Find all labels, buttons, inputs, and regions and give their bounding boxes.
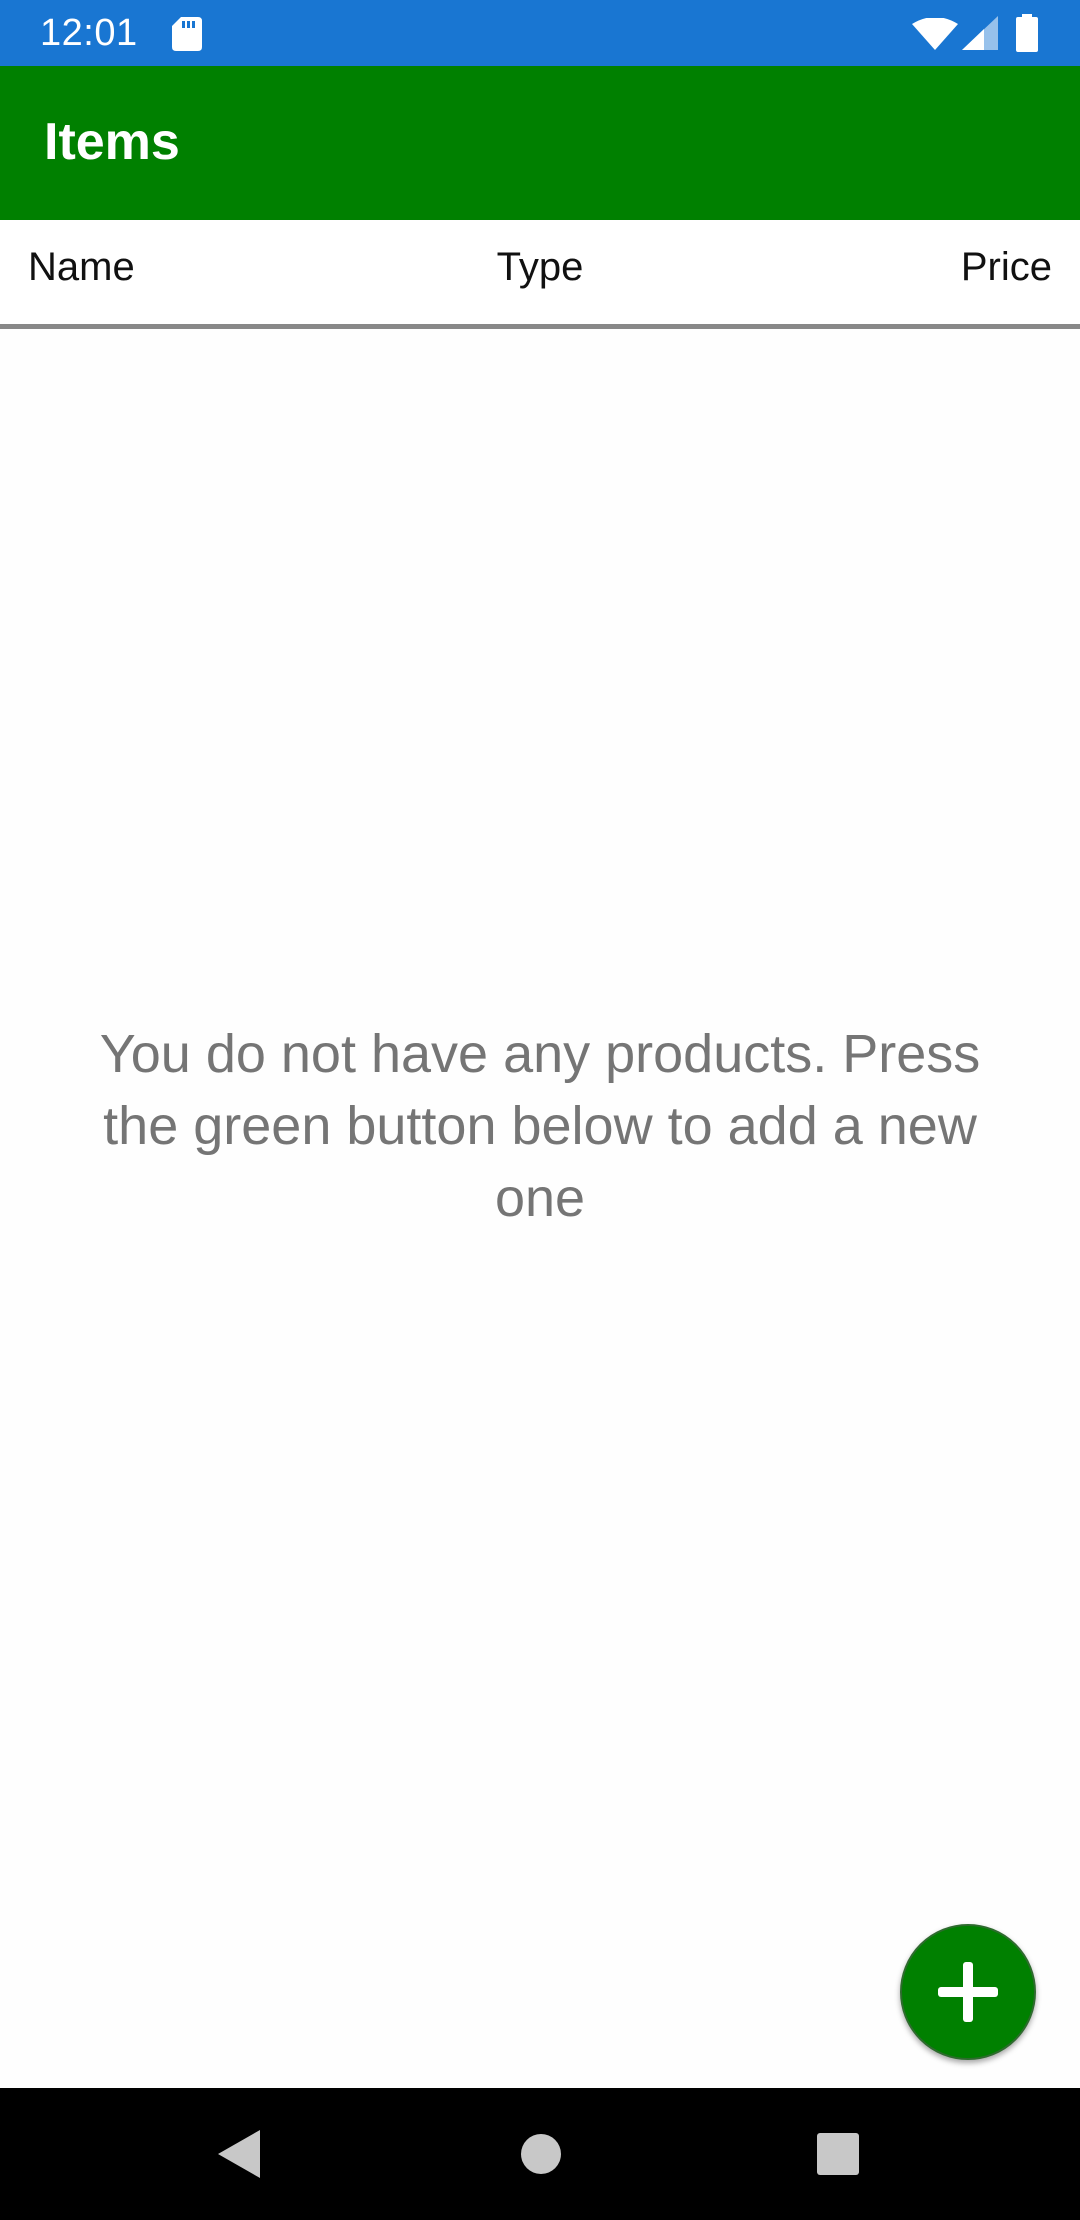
status-time: 12:01 bbox=[40, 12, 138, 54]
cell-signal-icon bbox=[962, 16, 998, 50]
header-divider bbox=[0, 324, 1080, 329]
sd-card-icon bbox=[172, 17, 202, 51]
back-icon[interactable] bbox=[218, 2130, 260, 2178]
status-bar: 12:01 bbox=[0, 0, 1080, 66]
column-header-price: Price bbox=[960, 245, 1052, 289]
app-bar: Items bbox=[0, 66, 1080, 220]
navigation-bar bbox=[0, 2088, 1080, 2220]
app-title: Items bbox=[44, 113, 180, 171]
wifi-icon bbox=[912, 18, 958, 50]
table-header: Name Type Price bbox=[0, 220, 1080, 324]
plus-icon bbox=[938, 1962, 998, 2022]
recents-icon[interactable] bbox=[817, 2133, 859, 2175]
screen: 12:01 Items Name Type Price You do not h… bbox=[0, 0, 1080, 2220]
empty-state-message: You do not have any products. Press the … bbox=[99, 1024, 981, 1228]
add-item-button[interactable] bbox=[900, 1924, 1036, 2060]
home-icon[interactable] bbox=[520, 2133, 562, 2175]
battery-icon bbox=[1016, 14, 1038, 52]
column-header-type: Type bbox=[496, 245, 584, 289]
